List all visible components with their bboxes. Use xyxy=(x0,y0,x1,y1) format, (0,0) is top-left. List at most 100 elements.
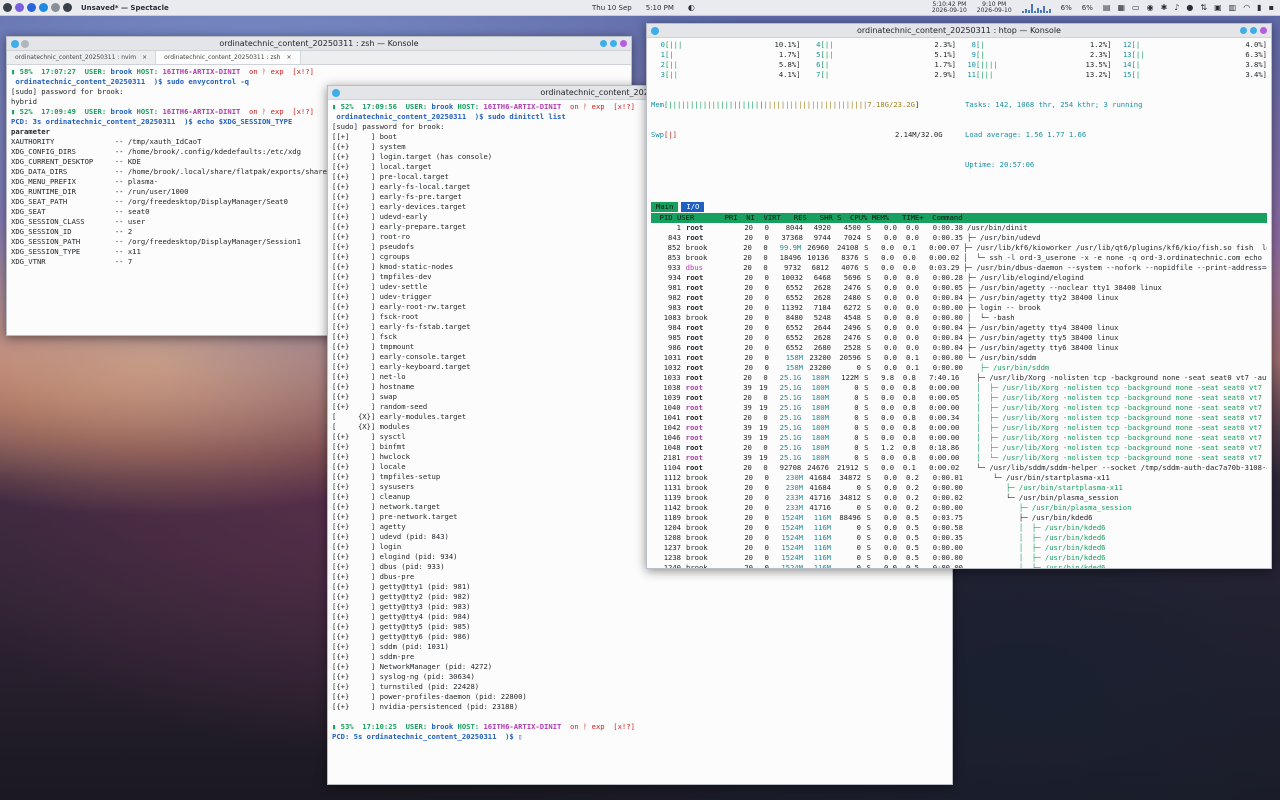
cell-state: S xyxy=(866,333,871,342)
maximize-button[interactable] xyxy=(610,40,617,47)
vault-icon[interactable]: ▣ xyxy=(1214,3,1222,12)
close-button[interactable] xyxy=(1260,27,1267,34)
app-launcher-icon[interactable] xyxy=(3,3,12,12)
table-row[interactable]: 843 root 20 0 37368 9744 7024 S 0.0 0.0 0:00.35 ├─ … xyxy=(651,233,1267,243)
close-button[interactable] xyxy=(620,40,627,47)
time-label[interactable]: 5:10 PM xyxy=(646,4,674,12)
notes-icon[interactable]: ▦ xyxy=(1117,3,1125,12)
virtual-desktop-3[interactable] xyxy=(39,3,48,12)
process-table[interactable]: 1 root 20 0 8044 4920 4500 S 0.0 0.0 0:00.38/usr/b… xyxy=(651,223,1267,568)
table-row[interactable]: 982 root 20 0 6552 2628 2480 S 0.0 0.0 0:00.04 ├─ /… xyxy=(651,293,1267,303)
cell-res: 116M xyxy=(813,543,831,552)
network-icon[interactable]: ⇅ xyxy=(1200,3,1207,12)
table-row[interactable]: 1083 brook 20 0 8480 5248 4548 S 0.0 0.0 0:00.00 │ … xyxy=(651,313,1267,323)
close-tab-icon[interactable]: × xyxy=(286,54,291,61)
tab-main[interactable]: Main xyxy=(651,202,679,212)
table-row[interactable]: 981 root 20 0 6552 2628 2476 S 0.0 0.0 0:00.05 ├─ /… xyxy=(651,283,1267,293)
table-row[interactable]: 1204 brook 20 0 1524M 116M 0 S 0.0 0.5 0:00.58 │ ├… xyxy=(651,523,1267,533)
table-row[interactable]: 934 root 20 0 10032 6468 5696 S 0.0 0.0 0:00.28 ├─ … xyxy=(651,273,1267,283)
table-row[interactable]: 1139 brook 20 0 233M 41716 34812 S 0.0 0.2 0:00.02… xyxy=(651,493,1267,503)
table-row[interactable]: 1046 root 39 19 25.1G 180M 0 S 0.0 0.8 0:00.00 │ ├… xyxy=(651,433,1267,443)
table-row[interactable]: 1237 brook 20 0 1524M 116M 0 S 0.0 0.5 0:00.00 │ ├… xyxy=(651,543,1267,553)
mic-icon[interactable]: ● xyxy=(1186,3,1193,12)
tab-nvim[interactable]: ordinatechnic_content_20250311 : nvim × xyxy=(7,51,157,64)
mem-stat[interactable]: 6% xyxy=(1082,4,1093,12)
clock-1[interactable]: 5:10:42 PM 2026-09-10 xyxy=(932,1,967,14)
process-table-header[interactable]: PID USER PRI NI VIRT RES SHR S CPU% MEM%… xyxy=(651,213,1267,223)
cpu-graph[interactable] xyxy=(1021,2,1051,13)
table-row[interactable]: 1031 root 20 0 158M 23200 20596 S 0.0 0.1 0:00.00 └… xyxy=(651,353,1267,363)
cell-cpu: 0.0 xyxy=(884,523,897,532)
virtual-desktop-2[interactable] xyxy=(27,3,36,12)
tab-zsh[interactable]: ordinatechnic_content_20250311 : zsh × xyxy=(156,51,301,64)
cell-state: S xyxy=(864,433,869,442)
table-row[interactable]: 1041 root 20 0 25.1G 180M 0 S 0.0 0.8 0:00.34 │ ├─… xyxy=(651,413,1267,423)
table-row[interactable]: 985 root 20 0 6552 2628 2476 S 0.0 0.0 0:00.04 ├─ /… xyxy=(651,333,1267,343)
minimize-button[interactable] xyxy=(1240,27,1247,34)
window-menu-icon[interactable] xyxy=(651,27,659,35)
table-row[interactable]: 852 brook 20 0 99.9M 26960 24108 S 0.0 0.1 0:00.07… xyxy=(651,243,1267,253)
window-menu-icon[interactable] xyxy=(11,40,19,48)
volume-icon[interactable]: ♪ xyxy=(1174,3,1179,12)
display-icon[interactable]: ▭ xyxy=(1132,3,1140,12)
table-row[interactable]: 1142 brook 20 0 233M 41716 0 S 0.0 0.2 0:00.00 ├─ … xyxy=(651,503,1267,513)
table-row[interactable]: 986 root 20 0 6552 2680 2528 S 0.0 0.0 0:00.04 ├─ /… xyxy=(651,343,1267,353)
weather-icon[interactable]: ◐ xyxy=(688,3,695,12)
show-desktop-icon[interactable]: ▪ xyxy=(1269,3,1274,12)
virtual-desktop-4[interactable] xyxy=(51,3,60,12)
table-row[interactable]: 2181 root 39 19 25.1G 180M 0 S 0.0 0.8 0:00.00 │ └… xyxy=(651,453,1267,463)
param-value: -- plasma- xyxy=(114,177,159,186)
table-row[interactable]: 984 root 20 0 6552 2644 2496 S 0.0 0.0 0:00.04 ├─ /… xyxy=(651,323,1267,333)
service-name: fsck-root xyxy=(379,312,419,321)
titlebar[interactable]: ordinatechnic_content_20250311 : htop — … xyxy=(647,24,1271,38)
cpu-stat[interactable]: 6% xyxy=(1061,4,1072,12)
pin-icon[interactable] xyxy=(21,40,29,48)
htop-output[interactable]: 0 [||| 10.1%] 4 [|| 2.3%] 8 [| 1.2%] 12 [| 4.0%] 1 [|… xyxy=(647,38,1271,568)
cpu-meter: 12 [| 4.0%] xyxy=(1118,40,1267,50)
tab-io[interactable]: I/O xyxy=(681,202,705,212)
clock-2[interactable]: 9:10 PM 2026-09-10 xyxy=(977,1,1012,14)
clipboard-icon[interactable]: ▤ xyxy=(1103,3,1111,12)
table-row[interactable]: 1131 brook 20 0 230M 41684 0 S 0.0 0.2 0:00.00 ├─ … xyxy=(651,483,1267,493)
maximize-button[interactable] xyxy=(1250,27,1257,34)
table-row[interactable]: 1033 root 20 0 25.1G 180M 122M S 9.8 0.8 7:40.16 ├… xyxy=(651,373,1267,383)
virtual-desktop-1[interactable] xyxy=(15,3,24,12)
cell-user: brook xyxy=(686,483,708,492)
table-row[interactable]: 983 root 20 0 11392 7184 6272 S 0.0 0.0 0:00.00 ├─ … xyxy=(651,303,1267,313)
cpu-percent: 5.1%] xyxy=(934,50,956,59)
cell-command: │ └─ /usr/lib/Xorg -nolisten tcp -backgr… xyxy=(963,453,1267,462)
window-menu-icon[interactable] xyxy=(332,89,340,97)
table-row[interactable]: 1189 brook 20 0 1524M 116M 88496 S 0.0 0.5 0:03.75… xyxy=(651,513,1267,523)
table-row[interactable]: 933 dbus 20 0 9732 6812 4076 S 0.0 0.0 0:03.29 ├─ /… xyxy=(651,263,1267,273)
table-row[interactable]: 1048 root 20 0 25.1G 180M 0 S 1.2 0.8 0:18.86 │ ├─… xyxy=(651,443,1267,453)
service-state: [{+} ] xyxy=(332,612,380,621)
cell-res: 180M xyxy=(811,403,829,412)
titlebar[interactable]: ordinatechnic_content_20250311 : zsh — K… xyxy=(7,37,631,51)
table-row[interactable]: 1112 brook 20 0 230M 41684 34872 S 0.0 0.2 0:00.01… xyxy=(651,473,1267,483)
table-row[interactable]: 1040 root 39 19 25.1G 180M 0 S 0.0 0.8 0:00.00 │ ├… xyxy=(651,403,1267,413)
bluetooth-icon[interactable]: ✱ xyxy=(1161,3,1168,12)
table-row[interactable]: 1039 root 20 0 25.1G 180M 0 S 0.0 0.8 0:00.05 │ ├─… xyxy=(651,393,1267,403)
calendar-icon[interactable]: ▥ xyxy=(1229,3,1237,12)
table-row[interactable]: 1238 brook 20 0 1524M 116M 0 S 0.0 0.5 0:00.00 │ ├… xyxy=(651,553,1267,563)
table-row[interactable]: 1042 root 39 19 25.1G 180M 0 S 0.0 0.8 0:00.00 │ ├… xyxy=(651,423,1267,433)
table-row[interactable]: 853 brook 20 0 18496 10136 8376 S 0.0 0.0 0:00.02 │… xyxy=(651,253,1267,263)
date-label[interactable]: Thu 10 Sep xyxy=(592,4,632,12)
service-name: udev-trigger xyxy=(379,292,432,301)
table-row[interactable]: 1032 root 20 0 158M 23200 0 S 0.0 0.1 0:00.00 ├─ /… xyxy=(651,363,1267,373)
table-row[interactable]: 1240 brook 20 0 1524M 116M 0 S 0.0 0.5 0:00.00 │ ├… xyxy=(651,563,1267,568)
table-row[interactable]: 1038 root 39 19 25.1G 180M 0 S 0.0 0.8 0:00.00 │ ├… xyxy=(651,383,1267,393)
wifi-icon[interactable]: ◠ xyxy=(1243,3,1250,12)
battery-icon[interactable]: ▮ xyxy=(1257,3,1261,12)
minimize-button[interactable] xyxy=(600,40,607,47)
close-tab-icon[interactable]: × xyxy=(142,54,147,61)
power-profile-icon[interactable]: ◉ xyxy=(1147,3,1154,12)
table-row[interactable]: 1104 root 20 0 92708 24676 21912 S 0.0 0.1 0:00.02… xyxy=(651,463,1267,473)
table-row[interactable]: 1 root 20 0 8044 4920 4500 S 0.0 0.0 0:00.38/usr/b… xyxy=(651,223,1267,233)
active-window-title[interactable]: Unsaved* — Spectacle xyxy=(81,4,169,12)
cell-shr: 5696 xyxy=(843,273,861,282)
konsole-window-htop[interactable]: ordinatechnic_content_20250311 : htop — … xyxy=(646,23,1272,569)
table-row[interactable]: 1208 brook 20 0 1524M 116M 0 S 0.0 0.5 0:00.35 │ ├… xyxy=(651,533,1267,543)
cpu-label: 1 xyxy=(660,50,665,59)
virtual-desktop-5[interactable] xyxy=(63,3,72,12)
